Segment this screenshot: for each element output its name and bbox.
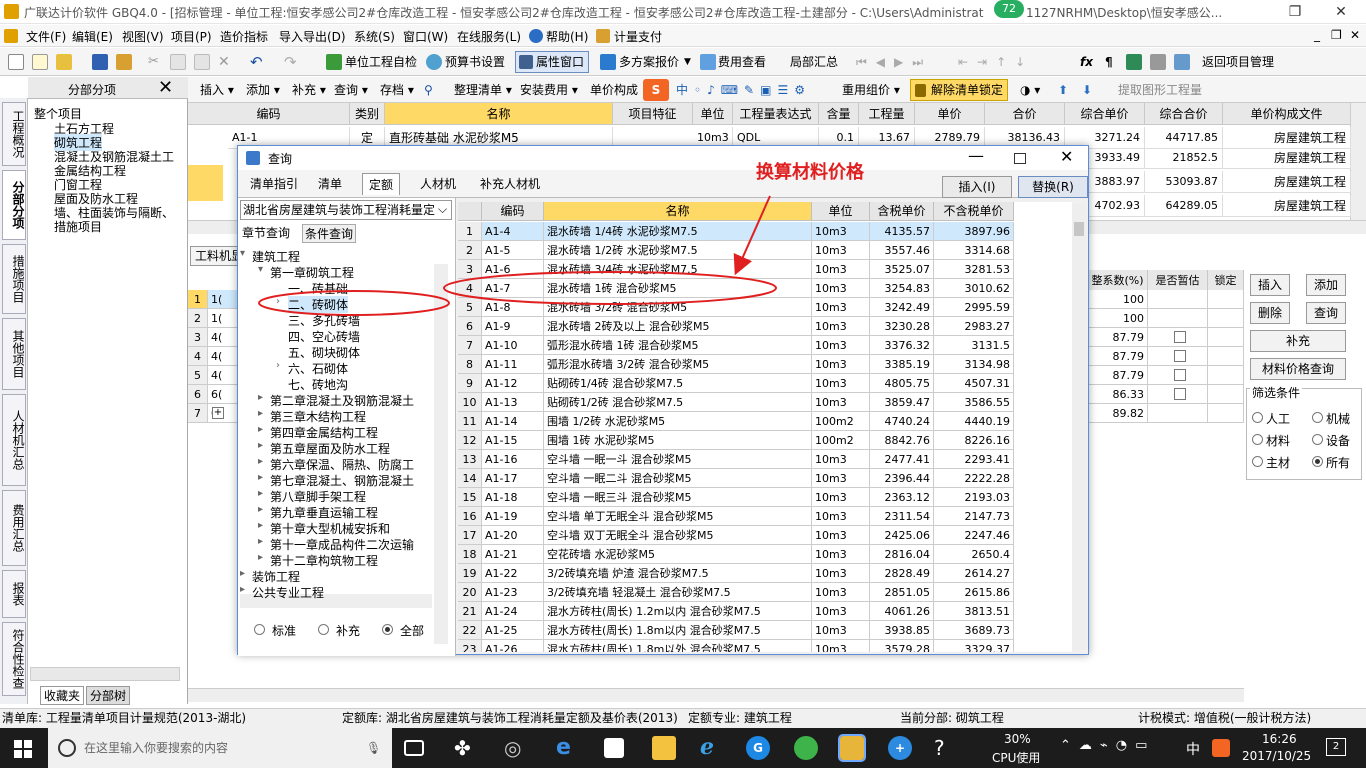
sogou-tray-icon[interactable] (1212, 739, 1230, 757)
annotation-arrow (733, 195, 771, 276)
tray-icons[interactable]: ⌃☁⌁◔▭ (1060, 738, 1155, 753)
cpu-percent: 30% (1004, 732, 1031, 746)
browser360-icon[interactable] (794, 736, 818, 760)
ime-indicator[interactable]: 中 (1186, 739, 1200, 759)
clock-date: 2017/10/25 (1242, 749, 1312, 763)
search-placeholder: 在这里输入你要搜索的内容 (84, 741, 229, 755)
cpu-label: CPU使用 (992, 751, 1041, 765)
notification-count: 2 (1332, 741, 1340, 752)
status-quota-major: 定额专业: 建筑工程 (688, 711, 792, 725)
taskbar: 在这里输入你要搜索的内容 🎙 ✤ ◎ e ℯ G + ? 30% CPU使用 ⌃… (0, 728, 1366, 768)
windows-start-icon[interactable] (14, 740, 32, 758)
clock-time: 16:26 (1262, 732, 1297, 746)
mic-icon[interactable]: 🎙 (366, 728, 381, 768)
highlight-ellipse-tree (258, 290, 450, 316)
swirl-app-icon[interactable]: ◎ (504, 736, 528, 760)
notification-icon[interactable]: 2 (1326, 738, 1346, 756)
taskbar-search[interactable]: 在这里输入你要搜索的内容 🎙 (48, 728, 392, 768)
glodon-icon[interactable]: G (746, 736, 770, 760)
gbq-icon[interactable] (838, 734, 866, 762)
task-view-icon[interactable] (404, 740, 424, 756)
status-list-lib: 清单库: 工程量清单项目计量规范(2013-湖北) (2, 711, 247, 725)
help-app-icon[interactable]: ? (934, 736, 958, 760)
fan-app-icon[interactable]: ✤ (454, 736, 478, 760)
plus-app-icon[interactable]: + (888, 736, 912, 760)
highlight-ellipse-row (443, 271, 777, 305)
status-tax: 计税模式: 增值税(一般计税方法) (1138, 711, 1312, 725)
store-icon[interactable] (604, 738, 624, 758)
ie-icon[interactable]: ℯ (700, 736, 724, 760)
status-bar: 清单库: 工程量清单项目计量规范(2013-湖北) 定额库: 湖北省房屋建筑与装… (0, 708, 1366, 728)
explorer-icon[interactable] (652, 736, 676, 760)
status-quota-lib: 定额库: 湖北省房屋建筑与装饰工程消耗量定额及基价表(2013) (342, 711, 678, 725)
status-current: 当前分部: 砌筑工程 (900, 711, 1004, 725)
annotation-overlay (258, 195, 777, 316)
search-circle-icon (58, 739, 76, 757)
edge-icon[interactable]: e (556, 736, 580, 760)
